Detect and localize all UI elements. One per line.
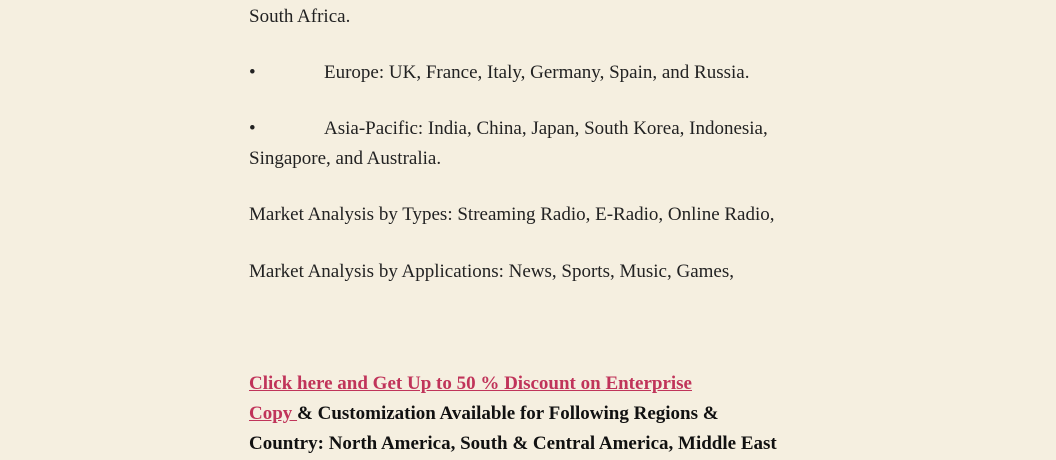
customization-text: & Customization Available for Following … (297, 403, 719, 424)
discount-link-line2[interactable]: Copy (249, 403, 297, 424)
bullet-glyph: • (249, 62, 256, 83)
paragraph-market-applications: Market Analysis by Applications: News, S… (249, 261, 734, 282)
discount-link-line1[interactable]: Click here and Get Up to 50 % Discount o… (249, 373, 692, 394)
list-item-europe: • Europe: UK, France, Italy, Germany, Spa… (249, 58, 749, 88)
paragraph-market-types: Market Analysis by Types: Streaming Radi… (249, 204, 775, 225)
discount-callout-line1: Click here and Get Up to 50 % Discount o… (249, 369, 777, 399)
list-item-asia-pacific-line1: • Asia-Pacific: India, China, Japan, Sout… (249, 114, 768, 144)
discount-callout-line2: Copy & Customization Available for Follo… (249, 399, 777, 429)
regions-text: Country: North America, South & Central … (249, 433, 777, 454)
page: South Africa. • Europe: UK, France, Italy… (0, 0, 1056, 460)
paragraph-south-africa: South Africa. (249, 6, 351, 27)
list-item-asia-pacific-text-1: Asia-Pacific: India, China, Japan, South… (324, 118, 768, 139)
bullet-glyph: • (249, 118, 256, 139)
list-item-asia-pacific: • Asia-Pacific: India, China, Japan, Sout… (249, 114, 768, 174)
discount-callout: Click here and Get Up to 50 % Discount o… (249, 369, 777, 459)
list-item-europe-text: Europe: UK, France, Italy, Germany, Spai… (324, 62, 750, 83)
list-item-asia-pacific-text-2: Singapore, and Australia. (249, 148, 442, 169)
